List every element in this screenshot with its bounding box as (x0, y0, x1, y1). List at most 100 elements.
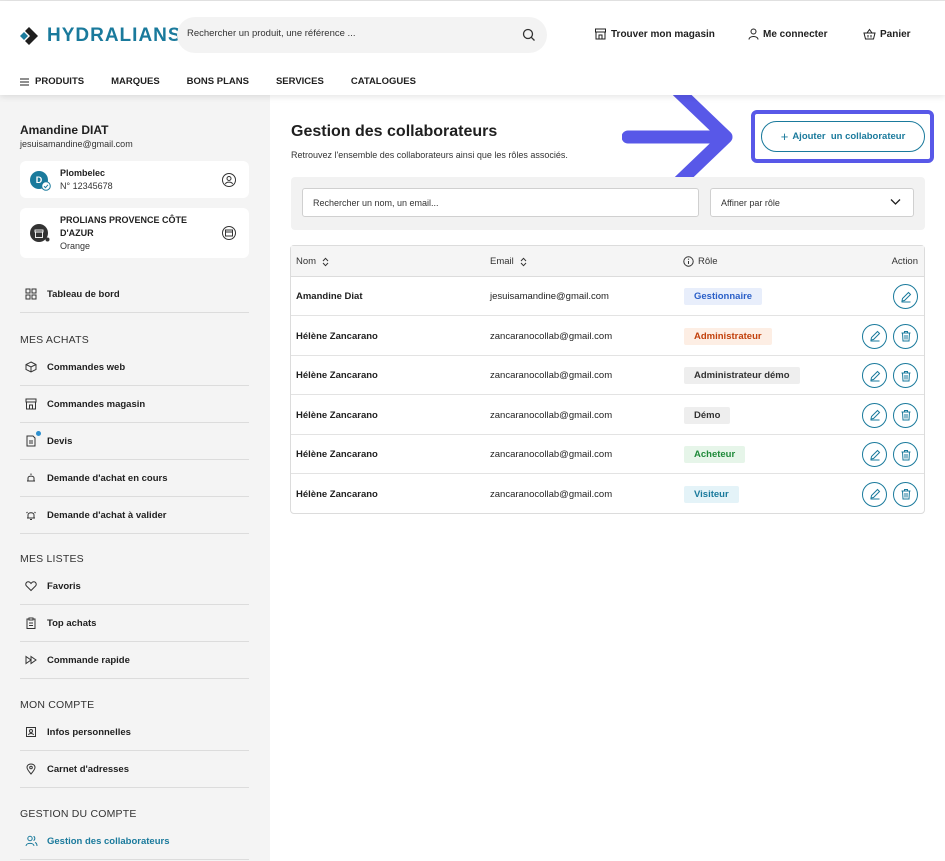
switch-store-icon[interactable] (221, 225, 237, 241)
section-mes-achats: MES ACHATS (20, 334, 89, 346)
sidebar-item-label: Commande rapide (47, 654, 130, 666)
pencil-icon (869, 330, 881, 342)
sidebar-item-commandes-magasin[interactable]: Commandes magasin (20, 386, 249, 423)
delete-button[interactable] (893, 442, 918, 467)
sort-icon[interactable] (322, 257, 329, 267)
collaborator-name: Amandine Diat (296, 291, 363, 302)
table-row: Hélène Zancarano zancaranocollab@gmail.co… (291, 317, 924, 356)
role-badge: Administrateur (684, 327, 772, 345)
heart-icon (24, 579, 38, 593)
login-link[interactable]: Me connecter (748, 28, 827, 40)
info-icon[interactable] (683, 256, 694, 267)
sidebar-item-commandes-web[interactable]: Commandes web (20, 349, 249, 386)
clipboard-icon (24, 616, 38, 630)
nav-bons-plans[interactable]: BONS PLANS (187, 76, 249, 87)
sidebar-item-infos-personnelles[interactable]: Infos personnelles (20, 714, 249, 751)
arrow-right-icon (622, 84, 733, 190)
account-card-plombelec[interactable]: D Plombelec N° 12345678 (20, 161, 249, 198)
plus-icon: + (780, 129, 789, 144)
edit-button[interactable] (862, 442, 887, 467)
collaborator-name: Hélène Zancarano (296, 409, 378, 421)
sidebar-item-label: Gestion des collaborateurs (47, 835, 170, 847)
nav-catalogues[interactable]: CATALOGUES (351, 76, 416, 87)
account-sidebar: Amandine DIAT jesuisamandine@gmail.com D… (0, 95, 270, 861)
logo[interactable]: HYDRALIANS (19, 25, 182, 47)
table-row: Hélène Zancarano zancaranocollab@gmail.co… (291, 396, 924, 435)
section-mon-compte: MON COMPTE (20, 699, 95, 711)
sidebar-item-gestion-collaborateurs[interactable]: Gestion des collaborateurs (20, 823, 249, 860)
section-gestion-du-compte: GESTION DU COMPTE (20, 808, 137, 820)
switch-account-icon[interactable] (221, 172, 237, 188)
sidebar-item-label: Tableau de bord (47, 288, 120, 300)
cart-link[interactable]: Panier (863, 28, 911, 40)
role-filter-select[interactable]: Affiner par rôle (710, 188, 914, 217)
find-store-link[interactable]: Trouver mon magasin (594, 28, 715, 40)
table-row: Amandine Diat jesuisamandine@gmail.com Ges… (291, 277, 924, 316)
trash-icon (900, 370, 912, 382)
sidebar-item-label: Demande d'achat à valider (47, 509, 167, 521)
search-input[interactable]: Rechercher un produit, une référence ... (177, 17, 547, 53)
store-icon (595, 28, 606, 40)
role-badge: Gestionnaire (684, 288, 763, 305)
column-header-name[interactable]: Nom (296, 256, 329, 267)
search-placeholder: Rechercher un produit, une référence ... (187, 28, 356, 39)
filter-bar: Rechercher un nom, un email... Affiner p… (291, 177, 925, 230)
site-header: HYDRALIANS Rechercher un produit, une ré… (0, 1, 945, 95)
delete-button[interactable] (893, 402, 918, 428)
delete-button[interactable] (893, 323, 918, 349)
sidebar-item-demande-en-cours[interactable]: Demande d'achat en cours (20, 460, 249, 497)
section-mes-listes: MES LISTES (20, 553, 84, 565)
edit-button[interactable] (862, 481, 887, 507)
delete-button[interactable] (893, 363, 918, 388)
add-collaborator-button[interactable]: + Ajouter un collaborateur (761, 121, 925, 152)
store-icon (24, 397, 38, 411)
pencil-icon (869, 488, 881, 500)
sidebar-item-devis[interactable]: Devis (20, 423, 249, 460)
sort-icon[interactable] (520, 257, 527, 267)
sidebar-item-label: Carnet d'adresses (47, 763, 129, 775)
sidebar-item-label: Infos personnelles (47, 726, 131, 738)
edit-button[interactable] (862, 402, 887, 428)
sidebar-item-commande-rapide[interactable]: Commande rapide (20, 642, 249, 679)
sidebar-item-top-achats[interactable]: Top achats (20, 605, 249, 642)
add-collaborator-highlight: + Ajouter un collaborateur (751, 110, 934, 163)
edit-button[interactable] (862, 363, 887, 388)
logo-text: HYDRALIANS (47, 25, 182, 46)
table-row: Hélène Zancarano zancaranocollab@gmail.co… (291, 435, 924, 474)
column-header-label: Nom (296, 256, 317, 267)
main-nav: PRODUITS MARQUES BONS PLANS SERVICES CAT… (20, 76, 443, 87)
nav-produits-label: PRODUITS (35, 76, 85, 87)
sidebar-item-carnet-adresses[interactable]: Carnet d'adresses (20, 751, 249, 788)
chevron-down-icon (890, 199, 901, 205)
sidebar-item-demande-a-valider[interactable]: Demande d'achat à valider (20, 497, 249, 534)
logo-icon (19, 26, 39, 46)
column-header-label: Rôle (698, 256, 718, 267)
column-header-label: Email (490, 256, 514, 267)
store-sub: Orange (60, 241, 91, 251)
status-dot-icon (45, 237, 50, 242)
collaborator-email: zancaranocollab@gmail.com (490, 330, 613, 342)
sidebar-item-dashboard[interactable]: Tableau de bord (20, 276, 249, 313)
collaborator-name: Hélène Zancarano (296, 370, 378, 381)
trash-icon (900, 449, 912, 461)
search-icon[interactable] (521, 27, 537, 43)
sidebar-item-label: Top achats (47, 617, 97, 629)
column-header-email[interactable]: Email (490, 256, 527, 267)
collaborator-search-input[interactable]: Rechercher un nom, un email... (302, 188, 699, 217)
edit-button[interactable] (893, 284, 918, 309)
role-badge: Acheteur (684, 446, 746, 463)
nav-services[interactable]: SERVICES (276, 76, 324, 87)
sidebar-item-favoris[interactable]: Favoris (20, 568, 249, 605)
nav-marques[interactable]: MARQUES (111, 76, 160, 87)
check-badge-icon (41, 181, 51, 191)
delete-button[interactable] (893, 481, 918, 507)
account-card-prolians[interactable]: PROLIANS PROVENCE CÔTE D'AZUR Orange (20, 208, 249, 258)
role-badge: Visiteur (684, 485, 739, 503)
store-title: PROLIANS PROVENCE CÔTE D'AZUR (60, 215, 188, 238)
sidebar-item-label: Demande d'achat en cours (47, 472, 168, 484)
add-collaborator-label: Ajouter un collaborateur (792, 131, 906, 142)
edit-button[interactable] (862, 323, 887, 349)
box-icon (24, 360, 38, 374)
sidebar-item-label: Commandes web (47, 361, 126, 373)
nav-produits[interactable]: PRODUITS (20, 76, 84, 87)
